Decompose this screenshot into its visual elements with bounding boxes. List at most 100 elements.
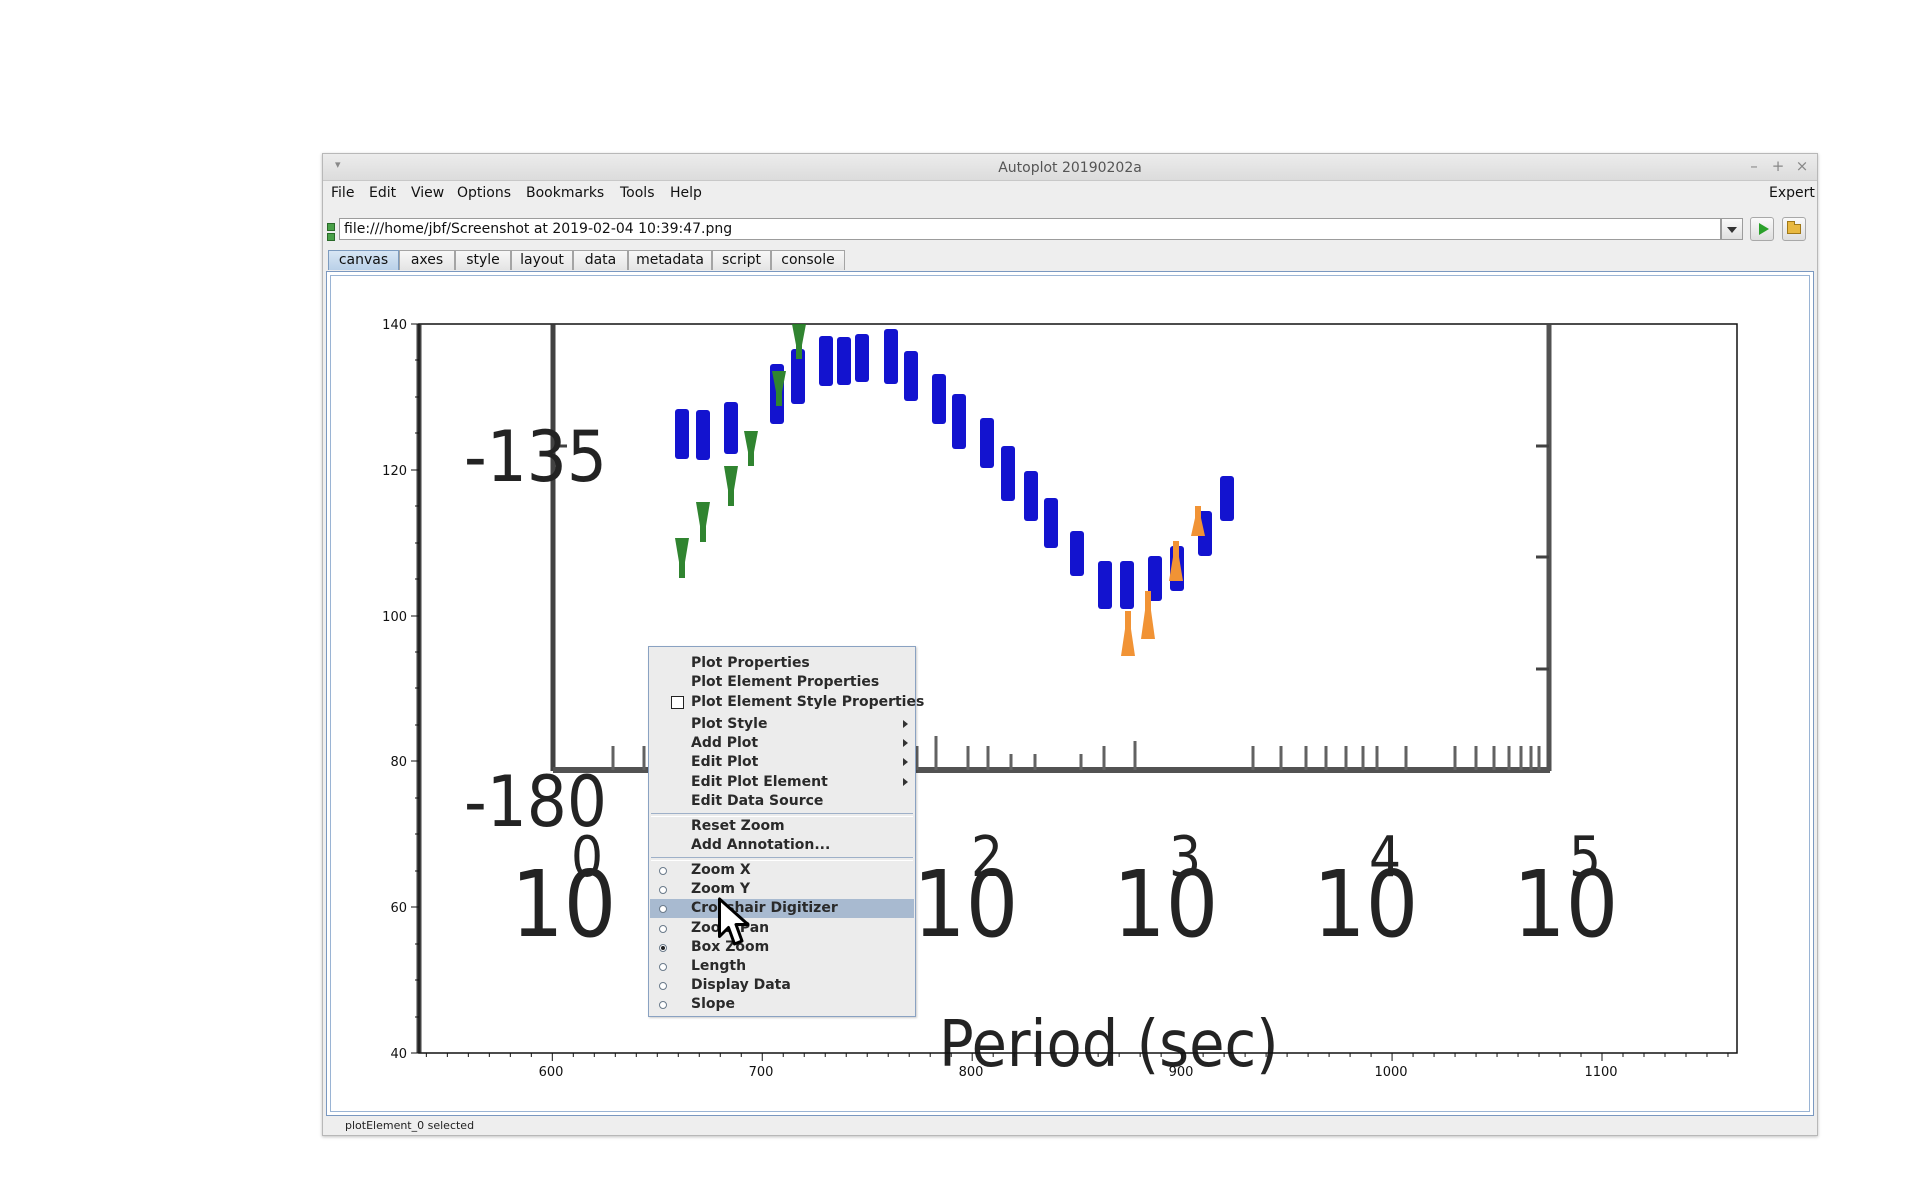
- tab-data[interactable]: data: [573, 250, 628, 270]
- menu-bar: File Edit View Options Bookmarks Tools H…: [323, 180, 1817, 204]
- menu-item-edit-plot-element[interactable]: Edit Plot Element: [650, 773, 914, 792]
- menu-item-add-annotation[interactable]: Add Annotation...: [650, 836, 914, 855]
- submenu-arrow-icon: [903, 758, 908, 766]
- tab-metadata[interactable]: metadata: [628, 250, 712, 270]
- status-bar: plotElement_0 selected: [323, 1115, 1817, 1135]
- image-label-minus-135: -135: [464, 416, 607, 498]
- go-button[interactable]: [1750, 217, 1774, 241]
- radio-button[interactable]: [659, 963, 667, 971]
- maximize-button[interactable]: +: [1769, 157, 1787, 175]
- tab-canvas[interactable]: canvas: [328, 250, 399, 270]
- x-tick-label: 600: [539, 1065, 564, 1080]
- tab-axes[interactable]: axes: [399, 250, 455, 270]
- canvas-panel: -135 -180 10 0 10 2 10 3 10 4 10 5 Perio…: [326, 271, 1814, 1116]
- window-title: Autoplot 20190202a: [998, 160, 1142, 176]
- menu-item-edit-plot[interactable]: Edit Plot: [650, 753, 914, 772]
- menu-item-plot-element-properties[interactable]: Plot Element Properties: [650, 673, 914, 692]
- radio-button[interactable]: [659, 867, 667, 875]
- address-row: [323, 214, 1817, 246]
- image-blue-marker: [696, 410, 710, 460]
- image-blue-marker: [1044, 498, 1058, 548]
- image-blue-marker: [1001, 446, 1015, 501]
- menu-help[interactable]: Help: [670, 185, 702, 201]
- menu-edit[interactable]: Edit: [369, 185, 396, 201]
- y-tick-label: 100: [382, 610, 407, 625]
- svg-text:2: 2: [971, 825, 1003, 890]
- svg-text:5: 5: [1569, 825, 1601, 890]
- folder-icon: [1787, 221, 1801, 234]
- x-tick-label: 900: [1169, 1065, 1194, 1080]
- y-tick-label: 60: [390, 901, 407, 916]
- menu-item-slope[interactable]: Slope: [650, 995, 914, 1014]
- image-blue-marker: [837, 337, 851, 385]
- image-axis-title: Period (sec): [939, 1008, 1279, 1082]
- radio-button[interactable]: [659, 982, 667, 990]
- plot-canvas[interactable]: -135 -180 10 0 10 2 10 3 10 4 10 5 Perio…: [330, 275, 1810, 1112]
- expert-mode-menu[interactable]: Expert: [1769, 185, 1815, 201]
- menu-item-display-data[interactable]: Display Data: [650, 976, 914, 995]
- image-blue-marker: [932, 374, 946, 424]
- decade-label-3: 10: [1113, 851, 1218, 958]
- menu-item-box-zoom[interactable]: Box Zoom: [650, 938, 914, 957]
- menu-tools[interactable]: Tools: [620, 185, 655, 201]
- radio-button-selected[interactable]: [659, 944, 667, 952]
- radio-button[interactable]: [659, 905, 667, 913]
- image-blue-marker: [1024, 471, 1038, 521]
- image-blue-marker: [980, 418, 994, 468]
- x-tick-label: 1100: [1584, 1065, 1617, 1080]
- menu-item-edit-data-source[interactable]: Edit Data Source: [650, 792, 914, 811]
- tab-style[interactable]: style: [455, 250, 511, 270]
- menu-item-plot-style[interactable]: Plot Style: [650, 715, 914, 734]
- open-file-button[interactable]: [1782, 217, 1806, 241]
- close-button[interactable]: ×: [1793, 157, 1811, 175]
- menu-item-length[interactable]: Length: [650, 957, 914, 976]
- image-blue-marker: [675, 409, 689, 459]
- plot-svg[interactable]: -135 -180 10 0 10 2 10 3 10 4 10 5 Perio…: [331, 276, 1805, 1108]
- title-bar[interactable]: ▾ Autoplot 20190202a – + ×: [323, 154, 1817, 181]
- image-blue-marker: [904, 351, 918, 401]
- y-axis: 140 120 100 80 60 40: [382, 318, 420, 1062]
- tab-script[interactable]: script: [712, 250, 771, 270]
- app-window: ▾ Autoplot 20190202a – + × File Edit Vie…: [322, 153, 1818, 1136]
- menu-item-add-plot[interactable]: Add Plot: [650, 734, 914, 753]
- menu-item-zoom-pan[interactable]: Zoom Pan: [650, 919, 914, 938]
- tab-console[interactable]: console: [771, 250, 845, 270]
- image-blue-marker: [819, 336, 833, 386]
- minimize-button[interactable]: –: [1745, 157, 1763, 175]
- submenu-arrow-icon: [903, 720, 908, 728]
- image-blue-marker: [1120, 561, 1134, 609]
- menu-item-reset-zoom[interactable]: Reset Zoom: [650, 817, 914, 836]
- svg-text:3: 3: [1169, 825, 1201, 890]
- radio-button[interactable]: [659, 1001, 667, 1009]
- context-menu: Plot Properties Plot Element Properties …: [648, 646, 924, 1017]
- data-status-icon: [327, 223, 335, 241]
- x-tick-label: 1000: [1374, 1065, 1407, 1080]
- menu-item-zoom-x[interactable]: Zoom X: [650, 861, 914, 880]
- menu-bookmarks[interactable]: Bookmarks: [526, 185, 604, 201]
- svg-text:0: 0: [571, 825, 603, 890]
- menu-file[interactable]: File: [331, 185, 354, 201]
- image-blue-marker: [884, 329, 898, 384]
- image-blue-marker: [1070, 531, 1084, 576]
- checkbox[interactable]: [671, 696, 684, 709]
- status-text: plotElement_0 selected: [345, 1119, 475, 1132]
- menu-item-crosshair-digitizer[interactable]: Crosshair Digitizer: [650, 899, 914, 918]
- url-history-dropdown[interactable]: [1721, 218, 1743, 240]
- decade-label-4: 10: [1313, 851, 1418, 958]
- y-tick-label: 120: [382, 464, 407, 479]
- decade-label-5: 10: [1513, 851, 1618, 958]
- menu-item-plot-properties[interactable]: Plot Properties: [650, 654, 914, 673]
- image-blue-marker: [1220, 476, 1234, 521]
- menu-item-zoom-y[interactable]: Zoom Y: [650, 880, 914, 899]
- url-input[interactable]: [339, 218, 1721, 240]
- tab-layout[interactable]: layout: [511, 250, 573, 270]
- x-tick-label: 700: [749, 1065, 774, 1080]
- menu-item-plot-element-style-properties[interactable]: Plot Element Style Properties: [650, 693, 924, 712]
- menu-view[interactable]: View: [411, 185, 444, 201]
- menu-options[interactable]: Options: [457, 185, 511, 201]
- image-blue-marker: [1098, 561, 1112, 609]
- radio-button[interactable]: [659, 925, 667, 933]
- radio-button[interactable]: [659, 886, 667, 894]
- y-tick-label: 80: [390, 755, 407, 770]
- mouse-cursor-icon: [718, 897, 750, 946]
